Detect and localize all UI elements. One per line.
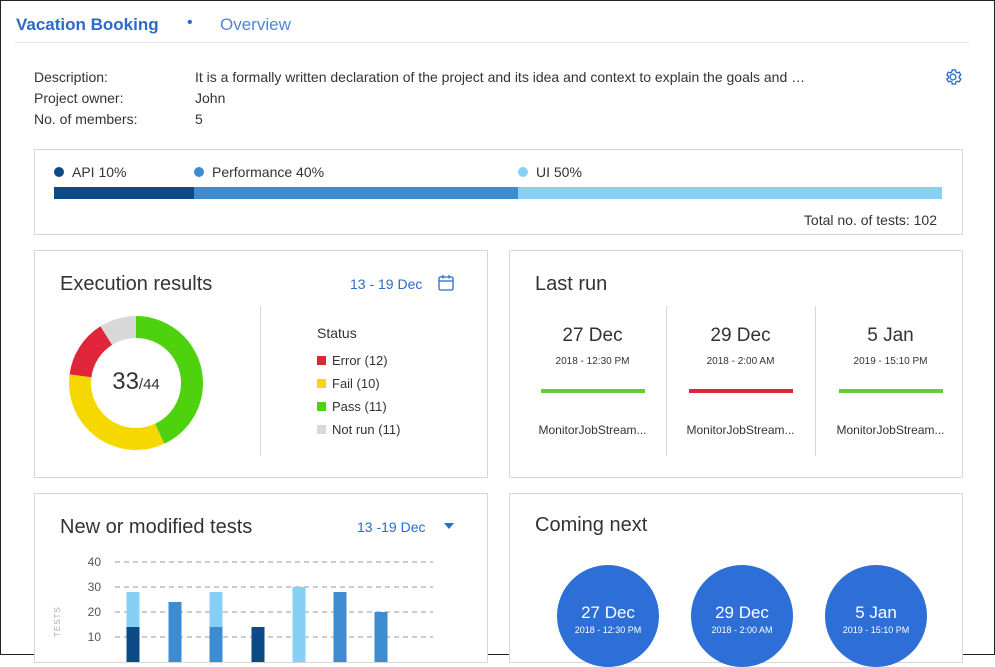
run-time: 2018 - 12:30 PM (555, 356, 630, 367)
status-error-label: Error (12) (332, 353, 388, 368)
upcoming-date: 27 Dec (581, 603, 635, 622)
error-swatch-icon (317, 356, 326, 365)
upcoming-time: 2018 - 12:30 PM (574, 625, 642, 635)
run-item[interactable]: 27 Dec 2018 - 12:30 PM MonitorJobStream.… (525, 325, 660, 437)
run-divider-2 (815, 306, 816, 456)
last-run-title: Last run (535, 273, 608, 295)
upcoming-item[interactable]: 5 Jan 2019 - 15:10 PM (825, 565, 927, 667)
dropdown-caret-icon[interactable] (443, 522, 455, 530)
upcoming-item[interactable]: 27 Dec 2018 - 12:30 PM (557, 565, 659, 667)
status-error: Error (12) (317, 353, 400, 368)
upcoming-time: 2019 - 15:10 PM (842, 625, 910, 635)
api-dot-icon (54, 167, 64, 177)
coming-next-title: Coming next (535, 514, 648, 536)
pass-swatch-icon (317, 402, 326, 411)
members-label: No. of members: (34, 111, 138, 127)
calendar-icon[interactable] (438, 274, 454, 291)
run-status-line (688, 389, 793, 393)
last-run-panel: Last run 27 Dec 2018 - 12:30 PM MonitorJ… (509, 250, 963, 478)
new-tests-panel: New or modified tests 13 -19 Dec TESTS 4… (34, 493, 488, 663)
new-tests-title: New or modified tests (60, 516, 253, 538)
coming-next-panel: Coming next 27 Dec 2018 - 12:30 PM 29 De… (509, 493, 963, 667)
execution-date-range[interactable]: 13 - 19 Dec (350, 276, 422, 292)
status-fail-label: Fail (10) (332, 376, 380, 391)
bar-segment (126, 592, 140, 627)
ui-dot-icon (518, 167, 528, 177)
total-tests: Total no. of tests: 102 (803, 212, 937, 228)
fail-swatch-icon (317, 379, 326, 388)
y-tick-label: 40 (88, 555, 102, 569)
status-pass-label: Pass (11) (332, 399, 387, 414)
bar-segment (251, 627, 265, 662)
y-axis-title: TESTS (53, 606, 62, 637)
tab-overview[interactable]: Overview (220, 15, 291, 35)
legend-api-label: API 10% (72, 164, 127, 180)
status-not-run: Not run (11) (317, 422, 400, 437)
description-value: It is a formally written declaration of … (195, 69, 806, 85)
legend-ui-label: UI 50% (536, 164, 582, 180)
new-tests-date-range[interactable]: 13 -19 Dec (357, 519, 425, 535)
breadcrumb-separator: • (187, 14, 193, 31)
owner-label: Project owner: (34, 90, 124, 106)
status-legend: Error (12) Fail (10) Pass (11) Not run (… (317, 353, 400, 437)
passed-count: 33 (112, 368, 139, 395)
status-title: Status (317, 325, 357, 341)
bar-segment (292, 587, 306, 662)
bar-segment (209, 592, 223, 627)
legend-performance-label: Performance 40% (212, 164, 325, 180)
status-pass: Pass (11) (317, 399, 400, 414)
not-run-swatch-icon (317, 425, 326, 434)
new-tests-bar-chart: TESTS 40 30 20 10 (53, 555, 433, 662)
donut-center-label: 33/44 (68, 368, 204, 396)
ui-segment (518, 187, 942, 199)
legend-api: API 10% (54, 164, 126, 180)
run-name: MonitorJobStream... (836, 423, 945, 437)
run-item[interactable]: 5 Jan 2019 - 15:10 PM MonitorJobStream..… (823, 325, 958, 437)
performance-segment (194, 187, 519, 199)
members-value: 5 (195, 111, 203, 127)
bar-segment (168, 602, 182, 662)
performance-dot-icon (194, 167, 204, 177)
description-label: Description: (34, 69, 108, 85)
execution-results-panel: Execution results 13 - 19 Dec 33/44 Stat… (34, 250, 488, 478)
upcoming-date: 29 Dec (715, 603, 769, 622)
legend-performance: Performance 40% (194, 164, 324, 180)
status-not-run-label: Not run (11) (332, 422, 401, 437)
header-divider (15, 42, 969, 43)
settings-gear-icon[interactable] (943, 67, 963, 87)
upcoming-date: 5 Jan (855, 603, 897, 622)
run-name: MonitorJobStream... (538, 423, 647, 437)
bar-segment (209, 627, 223, 662)
total-count: /44 (138, 376, 160, 393)
y-tick-label: 10 (88, 630, 102, 644)
run-date: 5 Jan (867, 325, 914, 346)
run-item[interactable]: 29 Dec 2018 - 2:00 AM MonitorJobStream..… (673, 325, 808, 437)
run-status-line (838, 389, 943, 393)
upcoming-item[interactable]: 29 Dec 2018 - 2:00 AM (691, 565, 793, 667)
run-divider-1 (666, 306, 667, 456)
distribution-bar (54, 187, 942, 199)
execution-results-title: Execution results (60, 273, 213, 295)
owner-value: John (195, 90, 226, 106)
status-fail: Fail (10) (317, 376, 400, 391)
legend-ui: UI 50% (518, 164, 582, 180)
upcoming-time: 2018 - 2:00 AM (711, 625, 773, 635)
y-tick-label: 30 (88, 580, 102, 594)
run-time: 2018 - 2:00 AM (706, 356, 775, 367)
y-tick-label: 20 (88, 605, 102, 619)
execution-divider (260, 306, 261, 456)
api-segment (54, 187, 195, 199)
bar-segment (333, 592, 347, 662)
run-date: 29 Dec (710, 325, 771, 346)
run-time: 2019 - 15:10 PM (853, 356, 928, 367)
run-status-line (540, 389, 645, 393)
project-title[interactable]: Vacation Booking (16, 15, 159, 35)
run-date: 27 Dec (562, 325, 623, 346)
bar-segment (126, 627, 140, 662)
test-distribution-panel: API 10% Performance 40% UI 50% Total no.… (34, 149, 963, 235)
run-name: MonitorJobStream... (686, 423, 795, 437)
